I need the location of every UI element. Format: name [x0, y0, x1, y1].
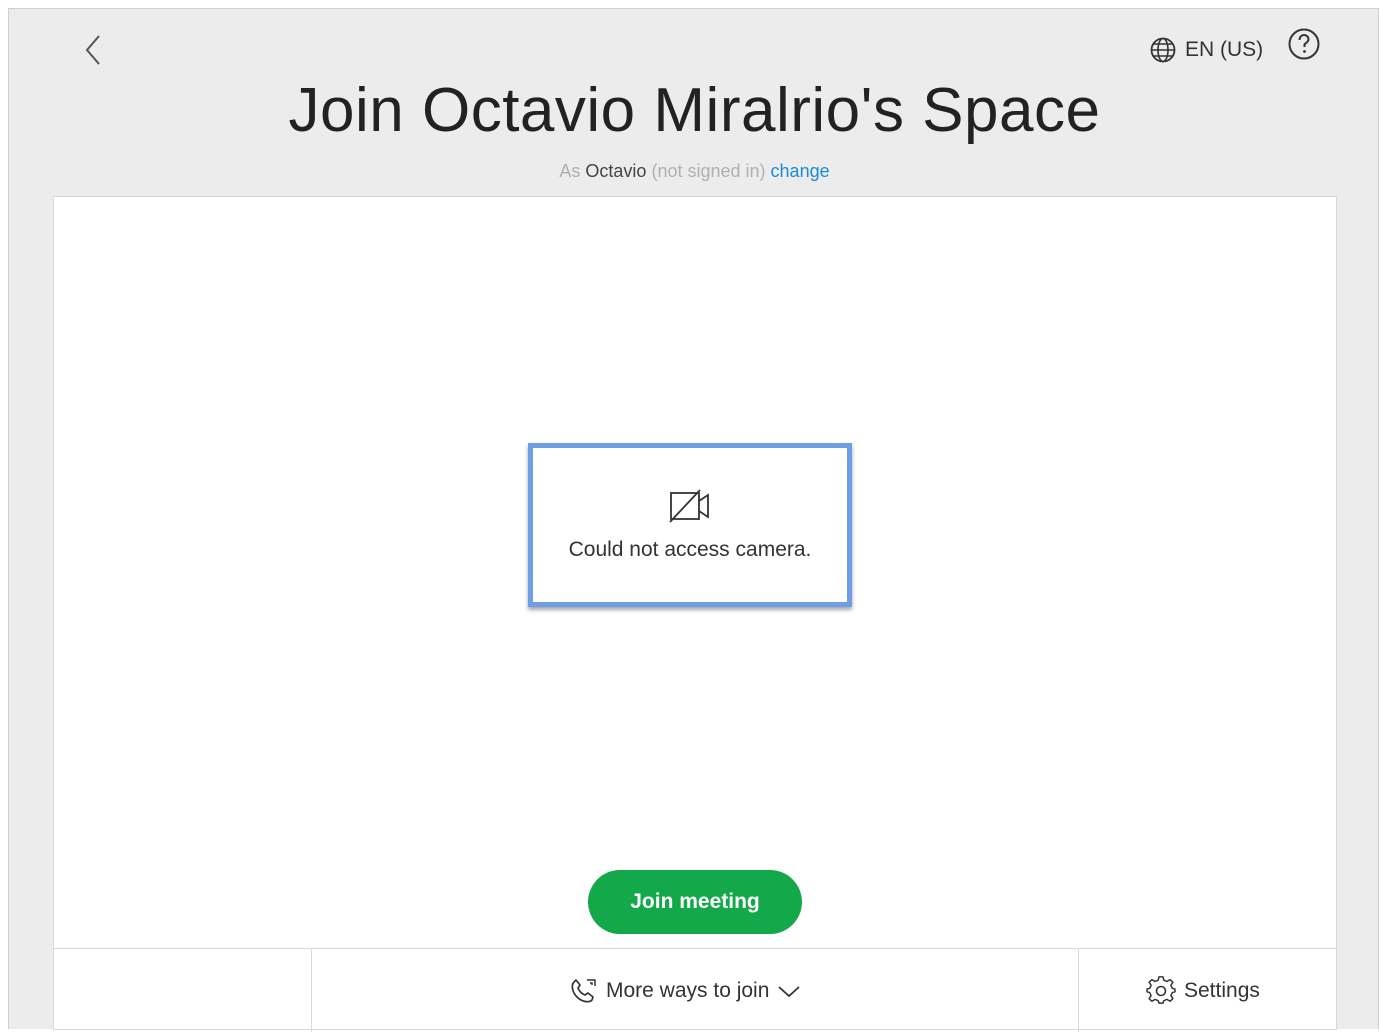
footer-bar: More ways to join Settings — [54, 948, 1336, 1032]
settings-button[interactable]: Settings — [1146, 971, 1260, 1011]
join-window: EN (US) Join Octavio Miralrio's Space As… — [8, 8, 1380, 1032]
footer-divider — [1078, 949, 1079, 1032]
language-selector[interactable]: EN (US) — [1149, 33, 1263, 67]
preview-panel: Could not access camera. Join meeting Mo… — [53, 196, 1337, 1032]
globe-icon — [1150, 37, 1176, 63]
identity-status: (not signed in) — [651, 161, 766, 181]
back-button[interactable] — [75, 29, 111, 71]
language-label: EN (US) — [1185, 38, 1264, 61]
more-ways-to-join-button[interactable]: More ways to join — [568, 971, 801, 1011]
gear-icon — [1146, 976, 1176, 1004]
help-circle-icon — [1288, 28, 1320, 60]
camera-error-message: Could not access camera. — [568, 538, 812, 561]
identity-name: Octavio — [585, 161, 647, 181]
help-button[interactable] — [1287, 27, 1321, 61]
camera-off-icon — [669, 489, 709, 523]
join-meeting-button[interactable]: Join meeting — [588, 870, 802, 934]
identity-line: As Octavio (not signed in) change — [9, 161, 1380, 182]
identity-prefix: As — [559, 161, 581, 181]
settings-label: Settings — [1184, 979, 1260, 1002]
camera-error-box: Could not access camera. — [528, 443, 852, 607]
chevron-left-icon — [85, 35, 100, 65]
page-title: Join Octavio Miralrio's Space — [288, 76, 1101, 145]
more-ways-label: More ways to join — [606, 979, 770, 1002]
phone-icon — [571, 979, 596, 1003]
chevron-down-icon — [778, 986, 801, 998]
change-link[interactable]: change — [771, 161, 830, 181]
footer-divider — [311, 949, 312, 1032]
